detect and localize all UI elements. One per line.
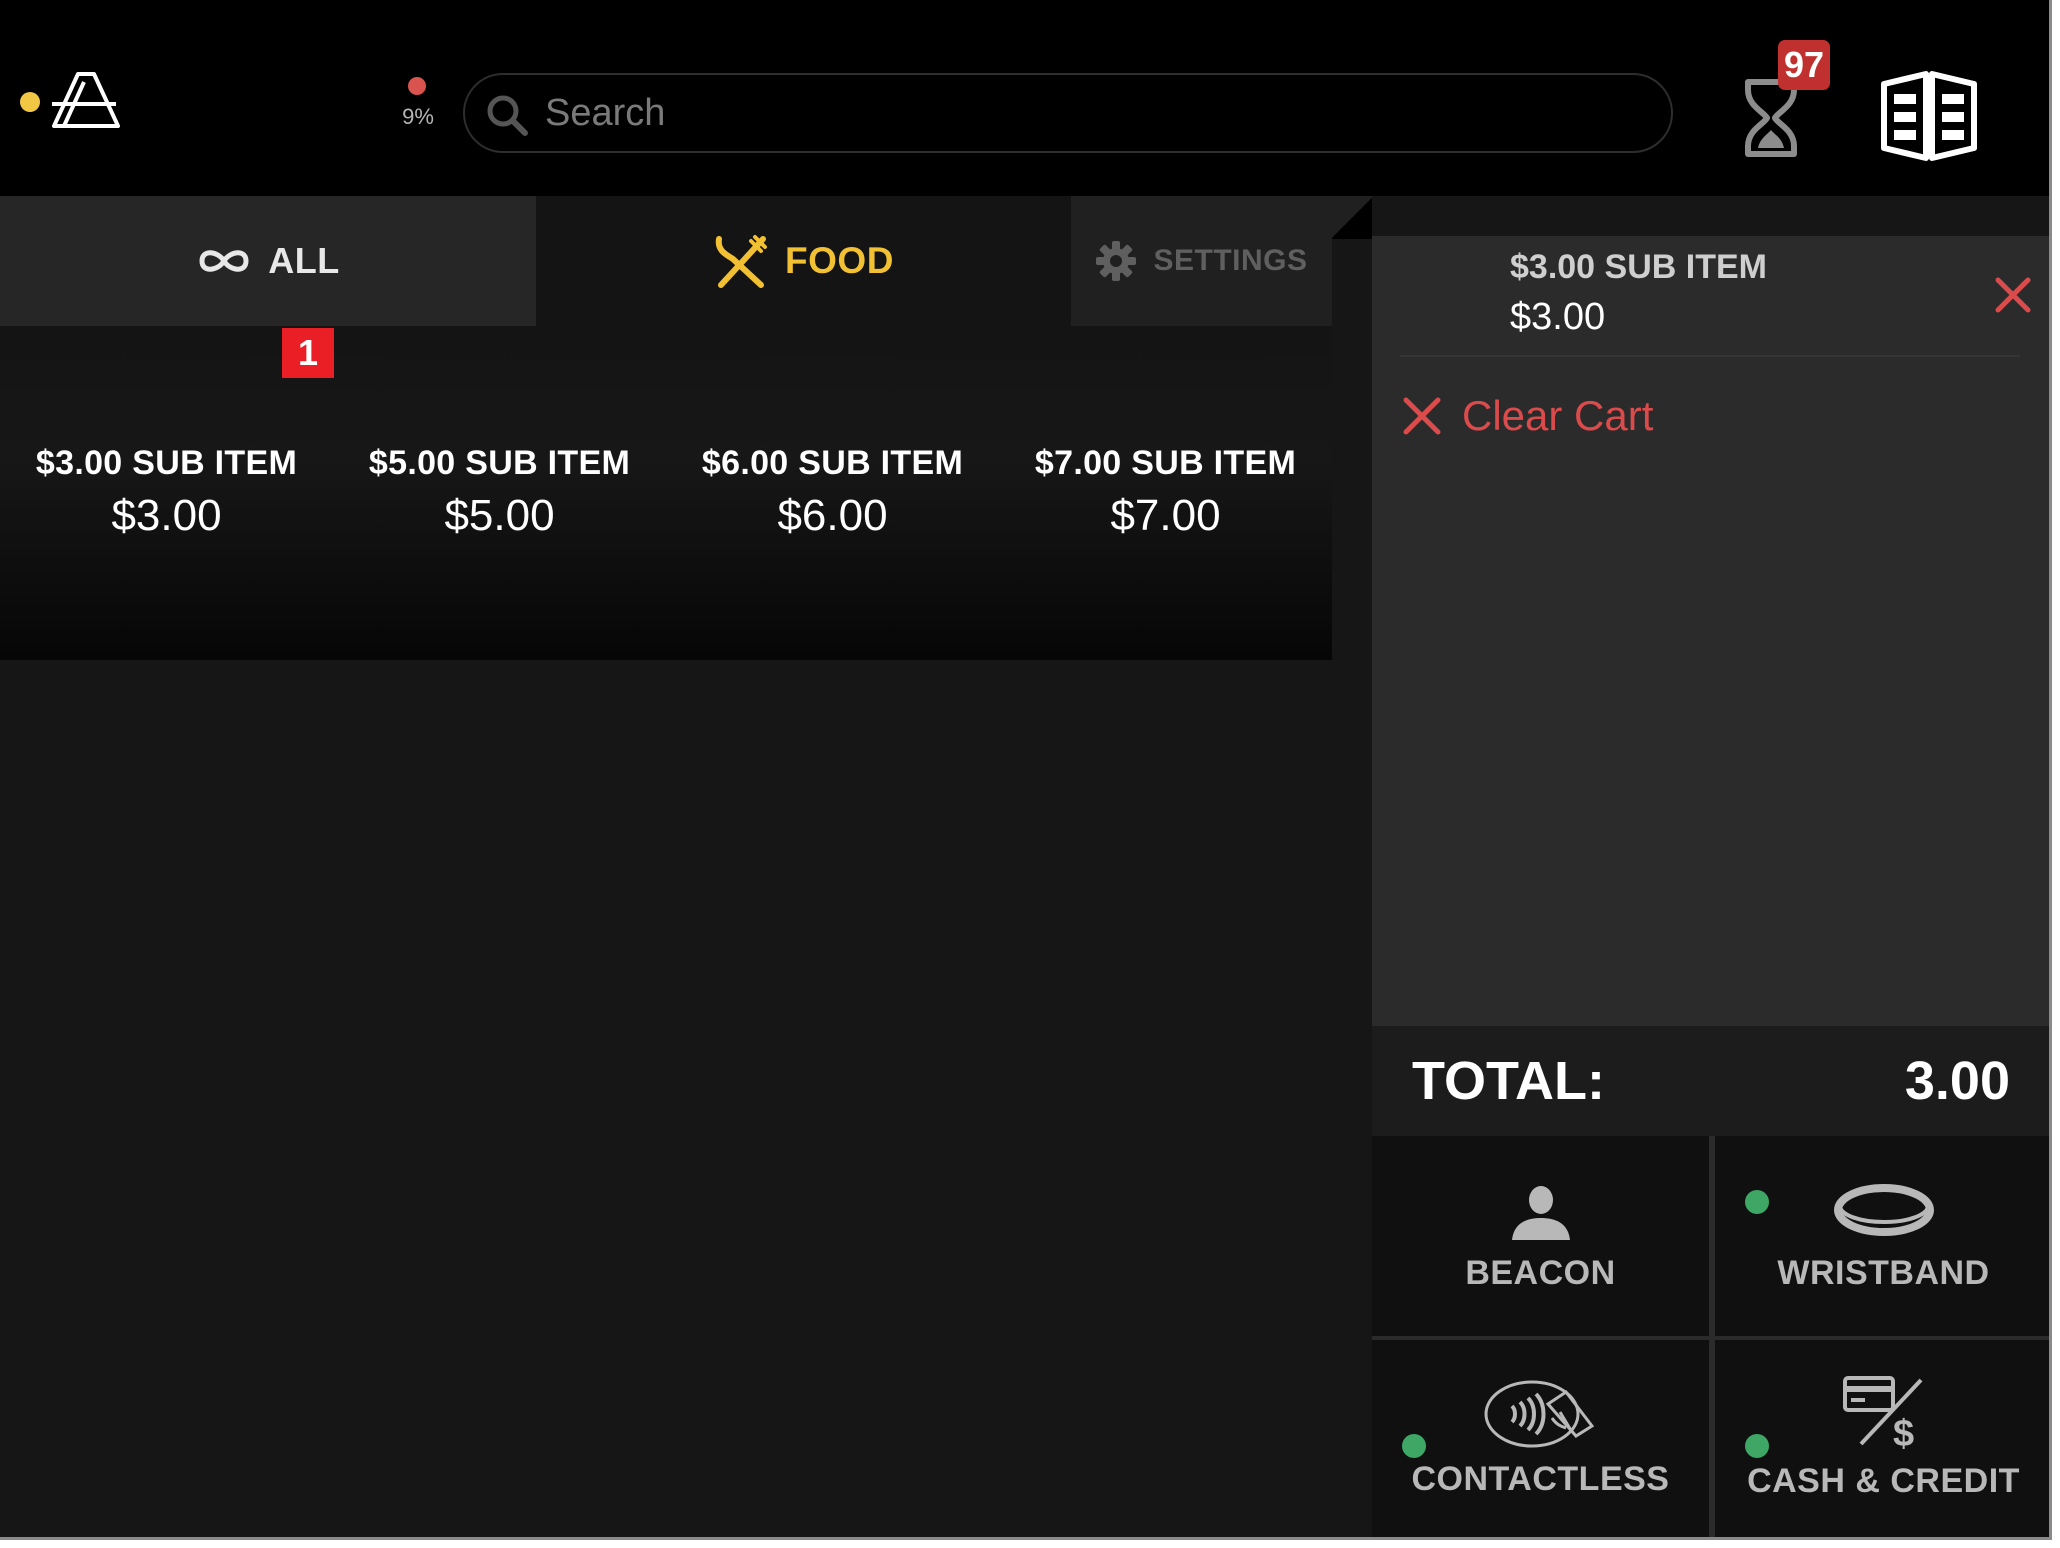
product-tile[interactable]: $6.00 SUB ITEM $6.00 (666, 444, 999, 541)
product-tile[interactable]: $3.00 SUB ITEM $3.00 (0, 444, 333, 541)
tab-label: FOOD (785, 240, 894, 281)
wristband-icon (1834, 1184, 1934, 1236)
wristband-button[interactable]: WRISTBAND (1715, 1136, 2049, 1336)
product-name: $3.00 SUB ITEM (35, 444, 298, 482)
payment-label: BEACON (1465, 1254, 1616, 1292)
pos-screen: 9% 97 (0, 0, 2052, 1540)
product-name: $5.00 SUB ITEM (368, 444, 631, 482)
payment-methods: BEACON WRISTBAND CONTACTLESS $ CASH & CR… (1372, 1136, 2049, 1537)
product-price: $7.00 (1110, 491, 1221, 540)
product-price: $3.00 (111, 491, 222, 540)
top-bar: 9% 97 (0, 0, 2049, 196)
product-price: $6.00 (777, 491, 888, 540)
menu-book-icon[interactable] (1880, 70, 1978, 162)
clear-cart-label: Clear Cart (1462, 392, 1654, 439)
total-label: TOTAL: (1412, 1051, 1605, 1111)
total-value: 3.00 (1904, 1051, 2010, 1111)
remove-item-icon[interactable] (1994, 276, 2032, 314)
available-status-dot (1745, 1434, 1769, 1458)
battery-status-dot (408, 77, 426, 95)
person-icon (1512, 1186, 1570, 1240)
product-tile[interactable]: $7.00 SUB ITEM $7.00 (999, 444, 1332, 541)
cart-panel: $3.00 SUB ITEM $3.00 Clear Cart TOTAL: 3… (1372, 236, 2049, 1537)
tab-all[interactable]: ALL (0, 196, 536, 326)
search-bar[interactable] (463, 73, 1673, 153)
close-icon (1403, 397, 1441, 435)
available-status-dot (1745, 1190, 1769, 1214)
product-name: $6.00 SUB ITEM (701, 444, 964, 482)
utensils-icon (715, 235, 768, 288)
search-input[interactable] (545, 85, 1645, 141)
payment-label: WRISTBAND (1777, 1254, 1990, 1292)
category-tabs: ALL FOOD SETTINGS (0, 196, 1332, 326)
product-tile[interactable]: $5.00 SUB ITEM $5.00 (333, 444, 666, 541)
battery-percent: 9% (402, 104, 434, 129)
queue-count-badge: 97 (1778, 40, 1830, 90)
cart-item-price: $3.00 (1510, 296, 1606, 338)
cart-item-name: $3.00 SUB ITEM (1510, 248, 1767, 286)
divider (1400, 355, 2020, 357)
connection-status-dot (20, 92, 40, 112)
gear-icon (1096, 241, 1137, 281)
item-count-badge: 1 (282, 328, 334, 378)
product-price: $5.00 (444, 491, 555, 540)
tab-label: SETTINGS (1153, 244, 1308, 277)
svg-text:$: $ (1893, 1413, 1914, 1450)
tab-divider (1332, 196, 1372, 239)
tab-settings[interactable]: SETTINGS (1071, 196, 1332, 326)
infinity-icon (199, 250, 249, 272)
total-bar: TOTAL: 3.00 (1372, 1026, 2049, 1136)
contactless-button[interactable]: CONTACTLESS (1372, 1340, 1709, 1537)
cash-credit-button[interactable]: $ CASH & CREDIT (1715, 1340, 2049, 1537)
cart-line-item[interactable]: $3.00 SUB ITEM $3.00 (1372, 236, 2049, 356)
payment-label: CONTACTLESS (1411, 1460, 1670, 1498)
beacon-button[interactable]: BEACON (1372, 1136, 1709, 1336)
app-logo[interactable] (50, 70, 122, 130)
contactless-icon (1484, 1380, 1595, 1448)
tab-food[interactable]: FOOD (536, 196, 1071, 326)
order-queue-button[interactable]: 97 (1730, 40, 1840, 165)
tab-label: ALL (268, 240, 340, 281)
cash-credit-icon: $ (1843, 1376, 1923, 1450)
payment-label: CASH & CREDIT (1747, 1462, 2020, 1500)
search-icon (487, 95, 528, 136)
available-status-dot (1402, 1434, 1426, 1458)
product-grid: 1 $3.00 SUB ITEM $3.00 $5.00 SUB ITEM $5… (0, 326, 1332, 660)
product-name: $7.00 SUB ITEM (1034, 444, 1297, 482)
clear-cart-button[interactable]: Clear Cart (1402, 386, 1653, 446)
